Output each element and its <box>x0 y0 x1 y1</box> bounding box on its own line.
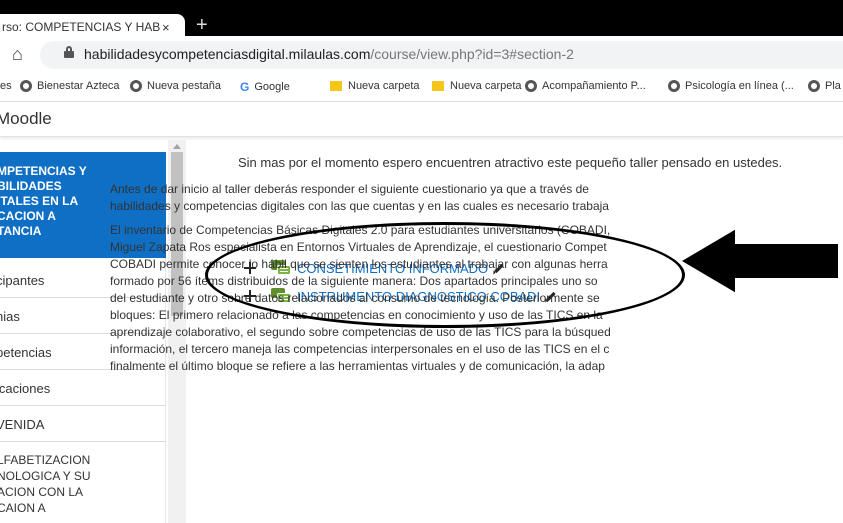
home-icon[interactable]: ⌂ <box>12 44 23 65</box>
url-text[interactable]: habilidadesycompetenciasdigital.milaulas… <box>84 46 574 62</box>
scroll-up-icon[interactable] <box>173 144 181 149</box>
bookmarks-bar: es Bienestar Azteca Nueva pestaña G Googl… <box>0 74 843 102</box>
lock-icon <box>64 46 74 58</box>
bookmark-item[interactable]: Bienestar Azteca <box>20 80 120 92</box>
moodle-navbar: Moodle <box>0 103 843 137</box>
close-tab-icon[interactable]: × <box>162 20 170 35</box>
bookmark-item[interactable]: G Google <box>240 80 290 94</box>
globe-icon <box>20 80 32 92</box>
globe-icon <box>668 80 680 92</box>
tab-strip: rso: COMPETENCIAS Y HABILIDA × + <box>0 0 843 40</box>
bookmark-item[interactable]: Nueva carpeta <box>330 80 420 92</box>
new-tab-button[interactable]: + <box>196 14 208 36</box>
sidebar-item-calificaciones[interactable]: icaciones <box>0 370 166 406</box>
annotation-arrow-icon <box>678 226 840 295</box>
address-bar-row: ⌂ habilidadesycompetenciasdigital.milaul… <box>0 36 843 74</box>
browser-window: rso: COMPETENCIAS Y HABILIDA × + ⌂ habil… <box>0 0 843 523</box>
globe-icon <box>130 80 142 92</box>
globe-icon <box>525 80 537 92</box>
bookmark-item[interactable]: es <box>0 80 12 92</box>
sidebar-item-alfabetizacion[interactable]: LFABETIZACION NOLOGICA Y SU ACION CON LA… <box>0 452 166 516</box>
tab-title: rso: COMPETENCIAS Y HABILIDA <box>2 20 160 34</box>
bookmark-item[interactable]: Psicología en línea (... <box>668 80 794 92</box>
omnibox[interactable]: habilidadesycompetenciasdigital.milaulas… <box>40 41 843 69</box>
bookmark-item[interactable]: Nueva pestaña <box>130 80 221 92</box>
bookmark-item[interactable]: Nueva carpeta <box>432 80 522 92</box>
section-intro-text: Sin mas por el momento espero encuentren… <box>238 155 783 170</box>
google-icon: G <box>240 80 250 94</box>
bookmark-item[interactable]: Pla <box>808 80 841 92</box>
bookmark-item[interactable]: Acompañamiento P... <box>525 80 646 92</box>
site-brand[interactable]: Moodle <box>0 109 52 129</box>
globe-icon <box>808 80 820 92</box>
folder-icon <box>330 81 342 91</box>
sidebar-item-bienvenida[interactable]: VENIDA <box>0 406 166 442</box>
annotation-ellipse <box>205 222 685 328</box>
folder-icon <box>432 81 444 91</box>
